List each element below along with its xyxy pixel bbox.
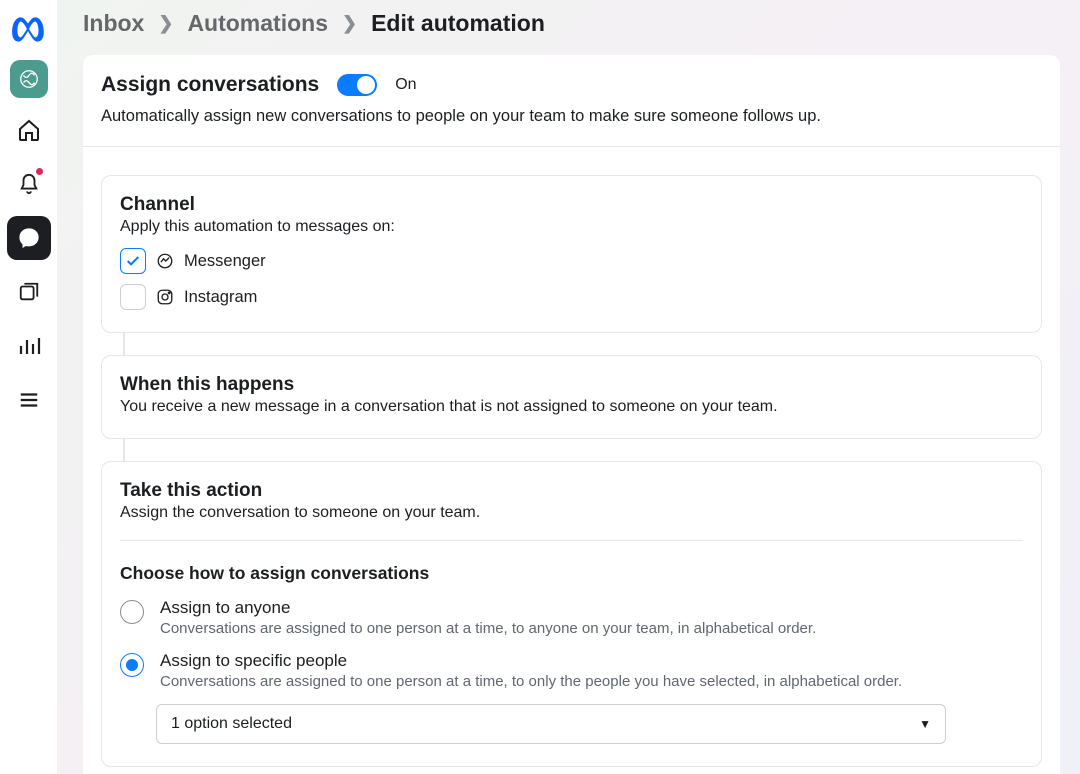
action-section: Take this action Assign the conversation… xyxy=(101,461,1042,767)
meta-logo[interactable] xyxy=(9,10,49,50)
breadcrumb: Inbox ❯ Automations ❯ Edit automation xyxy=(83,10,1060,37)
page-title: Assign conversations xyxy=(101,73,319,97)
insights-icon[interactable] xyxy=(7,324,51,368)
inbox-icon[interactable] xyxy=(7,216,51,260)
channel-option-instagram[interactable]: Instagram xyxy=(120,284,1023,310)
channel-subtitle: Apply this automation to messages on: xyxy=(120,218,1023,236)
assign-anyone-label: Assign to anyone xyxy=(160,598,816,618)
messenger-icon xyxy=(156,252,174,270)
channel-section: Channel Apply this automation to message… xyxy=(101,175,1042,333)
toggle-state-label: On xyxy=(395,76,416,94)
brand-avatar[interactable] xyxy=(10,60,48,98)
chevron-right-icon: ❯ xyxy=(342,13,357,34)
instagram-checkbox[interactable] xyxy=(120,284,146,310)
breadcrumb-automations[interactable]: Automations xyxy=(187,10,328,37)
left-sidebar xyxy=(0,0,57,774)
flow-connector xyxy=(123,439,125,461)
posts-icon[interactable] xyxy=(7,270,51,314)
assign-anyone-desc: Conversations are assigned to one person… xyxy=(160,620,816,637)
when-title: When this happens xyxy=(120,374,1023,396)
messenger-label: Messenger xyxy=(184,252,266,271)
instagram-label: Instagram xyxy=(184,288,257,307)
automation-header-card: Assign conversations On Automatically as… xyxy=(83,55,1060,147)
select-value: 1 option selected xyxy=(171,715,292,733)
when-description: You receive a new message in a conversat… xyxy=(120,398,1023,416)
assign-specific-label: Assign to specific people xyxy=(160,651,902,671)
choose-heading: Choose how to assign conversations xyxy=(120,563,1023,584)
automation-description: Automatically assign new conversations t… xyxy=(101,107,1040,126)
menu-icon[interactable] xyxy=(7,378,51,422)
assign-anyone-option[interactable]: Assign to anyone Conversations are assig… xyxy=(120,598,1023,637)
messenger-checkbox[interactable] xyxy=(120,248,146,274)
assign-specific-radio[interactable] xyxy=(120,653,144,677)
home-icon[interactable] xyxy=(7,108,51,152)
action-subtitle: Assign the conversation to someone on yo… xyxy=(120,504,1023,522)
caret-down-icon: ▼ xyxy=(919,717,931,731)
breadcrumb-inbox[interactable]: Inbox xyxy=(83,10,144,37)
assign-specific-option[interactable]: Assign to specific people Conversations … xyxy=(120,651,1023,690)
people-select[interactable]: 1 option selected ▼ xyxy=(156,704,946,744)
notifications-icon[interactable] xyxy=(7,162,51,206)
chevron-right-icon: ❯ xyxy=(158,13,173,34)
action-title: Take this action xyxy=(120,480,1023,502)
channel-title: Channel xyxy=(120,194,1023,216)
automation-toggle[interactable] xyxy=(337,74,377,96)
instagram-icon xyxy=(156,288,174,306)
when-section: When this happens You receive a new mess… xyxy=(101,355,1042,439)
notification-dot xyxy=(36,168,43,175)
main-content: Inbox ❯ Automations ❯ Edit automation As… xyxy=(57,0,1080,774)
breadcrumb-current: Edit automation xyxy=(371,10,545,37)
channel-option-messenger[interactable]: Messenger xyxy=(120,248,1023,274)
assign-specific-desc: Conversations are assigned to one person… xyxy=(160,673,902,690)
assign-anyone-radio[interactable] xyxy=(120,600,144,624)
flow-connector xyxy=(123,333,125,355)
